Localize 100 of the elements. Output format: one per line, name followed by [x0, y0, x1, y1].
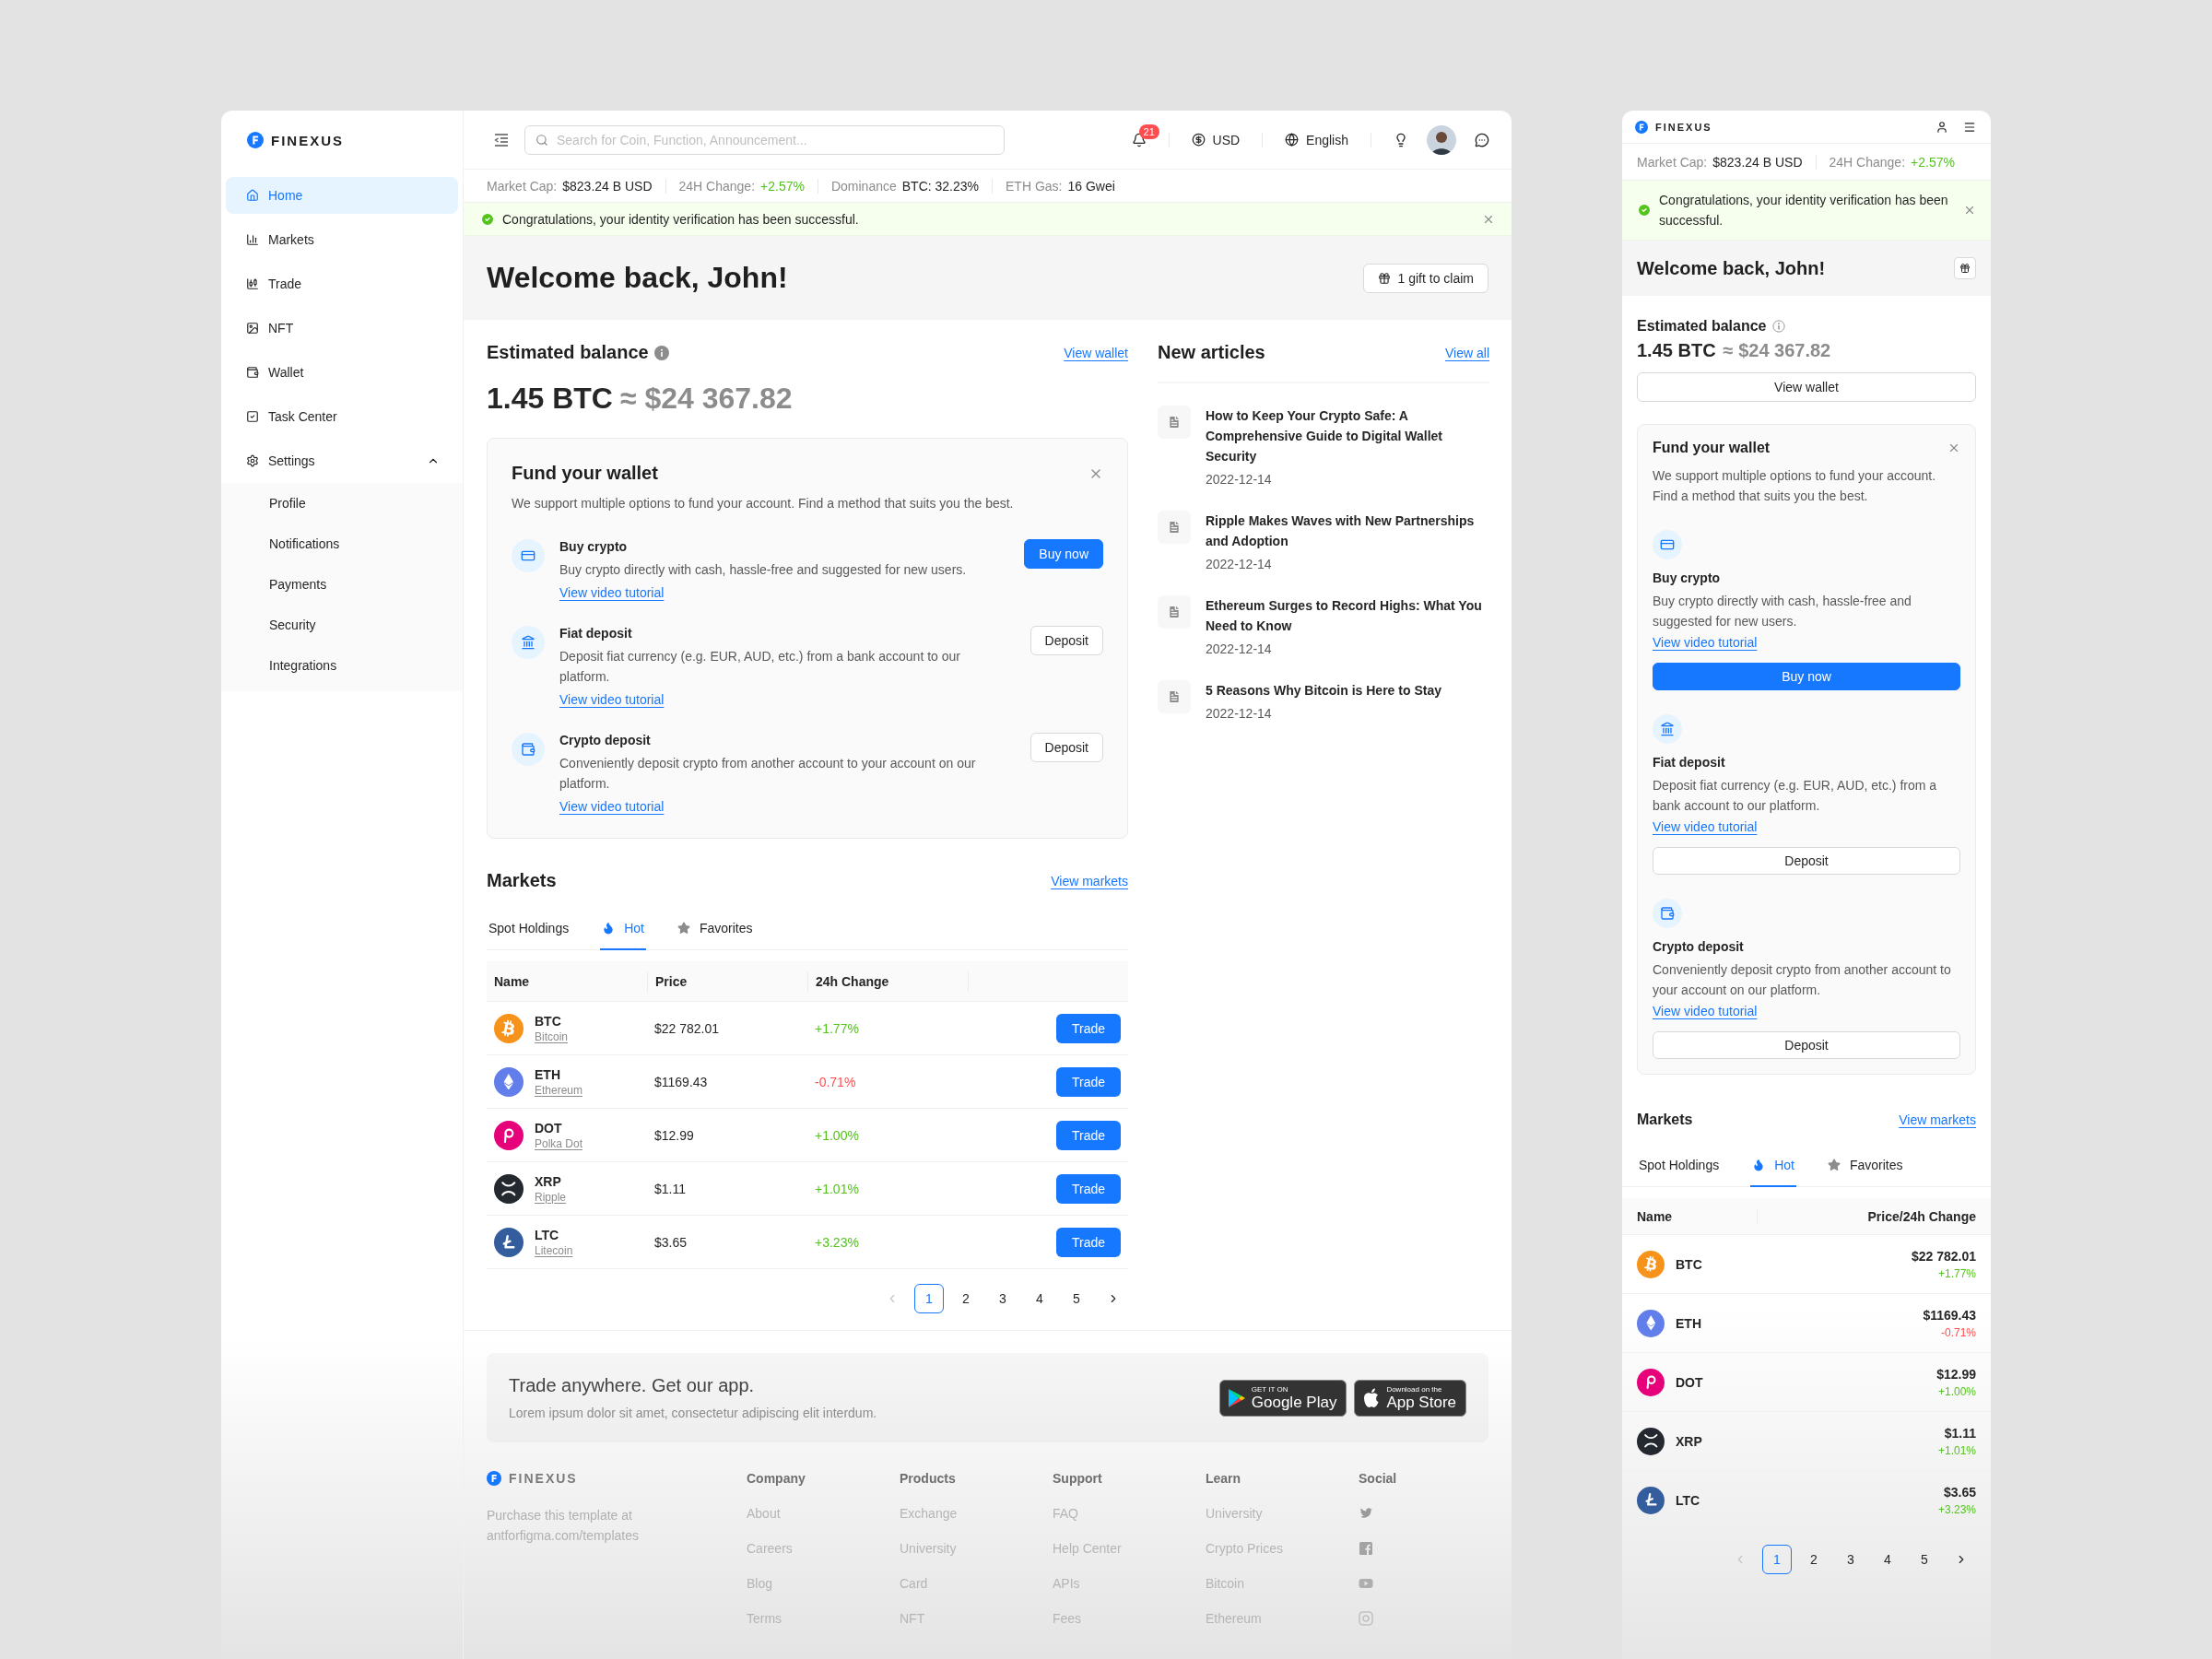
column-header: 24h Change [807, 971, 968, 992]
success-icon [480, 211, 495, 227]
market-tab[interactable]: Spot Holdings [487, 906, 571, 950]
method-title: Crypto deposit [559, 733, 651, 747]
page-button[interactable]: 1 [1762, 1545, 1792, 1574]
search-field[interactable]: Search for Coin, Function, Announcement... [524, 124, 1005, 155]
change-cell-text: -0.71% [814, 1074, 857, 1089]
market-tab[interactable]: Spot Holdings [1637, 1143, 1722, 1187]
submenu-item[interactable]: Payments [221, 564, 463, 605]
sidebar-item[interactable]: Wallet [226, 354, 458, 391]
page-button[interactable]: 3 [1836, 1545, 1865, 1574]
trade-button[interactable]: Trade [1056, 1066, 1121, 1097]
coin-name-link[interactable]: Bitcoin [535, 1030, 569, 1043]
change-text: +1.01% [1937, 1443, 1976, 1457]
view-markets-link[interactable]: View markets [1051, 873, 1128, 888]
coin-name-link[interactable]: Litecoin [535, 1243, 573, 1257]
flame-icon [1752, 1159, 1766, 1171]
view-markets-link[interactable]: View markets [1899, 1112, 1976, 1127]
info-icon [653, 345, 669, 360]
video-tutorial-link[interactable]: View video tutorial [1653, 1004, 1758, 1018]
market-tab[interactable]: Favorites [675, 906, 755, 950]
coin-name-link[interactable]: Ripple [535, 1190, 567, 1204]
coin-name-link[interactable]: Polka Dot [535, 1136, 583, 1150]
sidebar-item[interactable]: Markets [226, 221, 458, 258]
coin-symbol: LTC [1676, 1492, 1700, 1508]
view-wallet-link[interactable]: View wallet [1064, 345, 1128, 360]
avatar[interactable] [1427, 124, 1456, 155]
ticker-label: Market Cap: [1637, 154, 1708, 170]
market-tab[interactable]: Hot [600, 906, 646, 950]
close-button[interactable] [1963, 204, 1976, 217]
document-icon [1158, 511, 1191, 544]
gift-button[interactable]: 1 gift to claim [1362, 263, 1488, 293]
sidebar-item[interactable]: Settings [226, 442, 458, 479]
method-description: Buy crypto directly with cash, hassle-free and suggested for new users. [559, 561, 967, 579]
submenu-item[interactable]: Profile [221, 483, 463, 524]
language-selector[interactable]: English [1306, 132, 1348, 147]
submenu-item[interactable]: Integrations [221, 645, 463, 686]
submenu-item[interactable]: Notifications [221, 524, 463, 564]
price-text: $1.11 [1944, 1425, 1976, 1441]
view-wallet-button[interactable]: View wallet [1637, 372, 1976, 402]
sidebar-item[interactable]: Home [226, 177, 458, 214]
buy-button[interactable]: Buy now [1653, 663, 1960, 690]
market-tab[interactable]: Hot [1750, 1143, 1796, 1187]
deposit-button[interactable]: Deposit [1030, 626, 1103, 655]
article-title[interactable]: How to Keep Your Crypto Safe: A Comprehensive Guide to Digital Wallet Security [1206, 406, 1489, 466]
store-badge[interactable]: GET IT ON Google Play [1218, 1379, 1347, 1417]
page-button[interactable]: 5 [1062, 1284, 1091, 1313]
ticker-label: Dominance [830, 178, 897, 194]
deposit-button[interactable]: Deposit [1653, 1031, 1960, 1059]
trade-button[interactable]: Trade [1056, 1173, 1121, 1204]
view-all-link[interactable]: View all [1445, 345, 1489, 360]
coin-symbol: ETH [535, 1066, 561, 1082]
alert-message: Congratulations, your identity verification has been successful. [1659, 192, 1949, 229]
video-tutorial-link[interactable]: View video tutorial [559, 692, 665, 707]
coin-symbol: ETH [1676, 1315, 1701, 1331]
video-tutorial-link[interactable]: View video tutorial [559, 799, 665, 814]
globe-icon[interactable] [1285, 133, 1300, 147]
candlestick-icon [246, 277, 259, 290]
currency-selector[interactable]: USD [1212, 132, 1241, 147]
checkbox-icon [246, 410, 259, 423]
coin-name-link[interactable]: Ethereum [535, 1083, 583, 1097]
card-icon [1660, 537, 1675, 552]
change-cell-text: +1.77% [814, 1020, 860, 1036]
coin-symbol: XRP [535, 1173, 562, 1189]
facebook-icon[interactable] [1359, 1540, 1373, 1557]
submenu-item[interactable]: Security [221, 605, 463, 645]
close-button[interactable] [1947, 441, 1960, 454]
store-badge[interactable]: Download on the App Store [1354, 1379, 1466, 1417]
article-title[interactable]: Ethereum Surges to Record Highs: What You Need to Know [1206, 595, 1489, 636]
page-button[interactable]: 3 [988, 1284, 1018, 1313]
dollar-icon[interactable] [1191, 133, 1206, 147]
page-button[interactable]: 1 [914, 1284, 944, 1313]
trade-button[interactable]: Trade [1056, 1120, 1121, 1150]
lightbulb-icon[interactable] [1394, 132, 1408, 147]
buy-button[interactable]: Buy now [1024, 539, 1103, 569]
article-title[interactable]: Ripple Makes Waves with New Partnerships and Adoption [1206, 511, 1489, 551]
market-tab[interactable]: Favorites [1825, 1143, 1905, 1187]
page-button[interactable]: 2 [1799, 1545, 1829, 1574]
footer-heading: Products [900, 1470, 957, 1487]
video-tutorial-link[interactable]: View video tutorial [559, 585, 665, 600]
article-title[interactable]: 5 Reasons Why Bitcoin is Here to Stay [1206, 680, 1441, 700]
deposit-button[interactable]: Deposit [1030, 733, 1103, 762]
menu-icon[interactable] [1963, 120, 1976, 134]
sidebar-item[interactable]: NFT [226, 310, 458, 347]
page-button[interactable]: 2 [951, 1284, 981, 1313]
trade-button[interactable]: Trade [1056, 1013, 1121, 1043]
chat-icon[interactable] [1475, 132, 1489, 147]
sidebar-item[interactable]: Task Center [226, 398, 458, 435]
video-tutorial-link[interactable]: View video tutorial [1653, 819, 1758, 834]
menu-fold-icon[interactable] [494, 133, 509, 147]
deposit-button[interactable]: Deposit [1653, 847, 1960, 875]
user-icon[interactable] [1936, 120, 1948, 134]
page-button[interactable]: 4 [1873, 1545, 1902, 1574]
gift-button[interactable] [1954, 257, 1976, 279]
video-tutorial-link[interactable]: View video tutorial [1653, 635, 1758, 650]
sidebar-item[interactable]: Trade [226, 265, 458, 302]
page-button[interactable]: 4 [1025, 1284, 1054, 1313]
gift-icon [1959, 263, 1971, 274]
page-button[interactable]: 5 [1910, 1545, 1939, 1574]
trade-button[interactable]: Trade [1056, 1227, 1121, 1257]
